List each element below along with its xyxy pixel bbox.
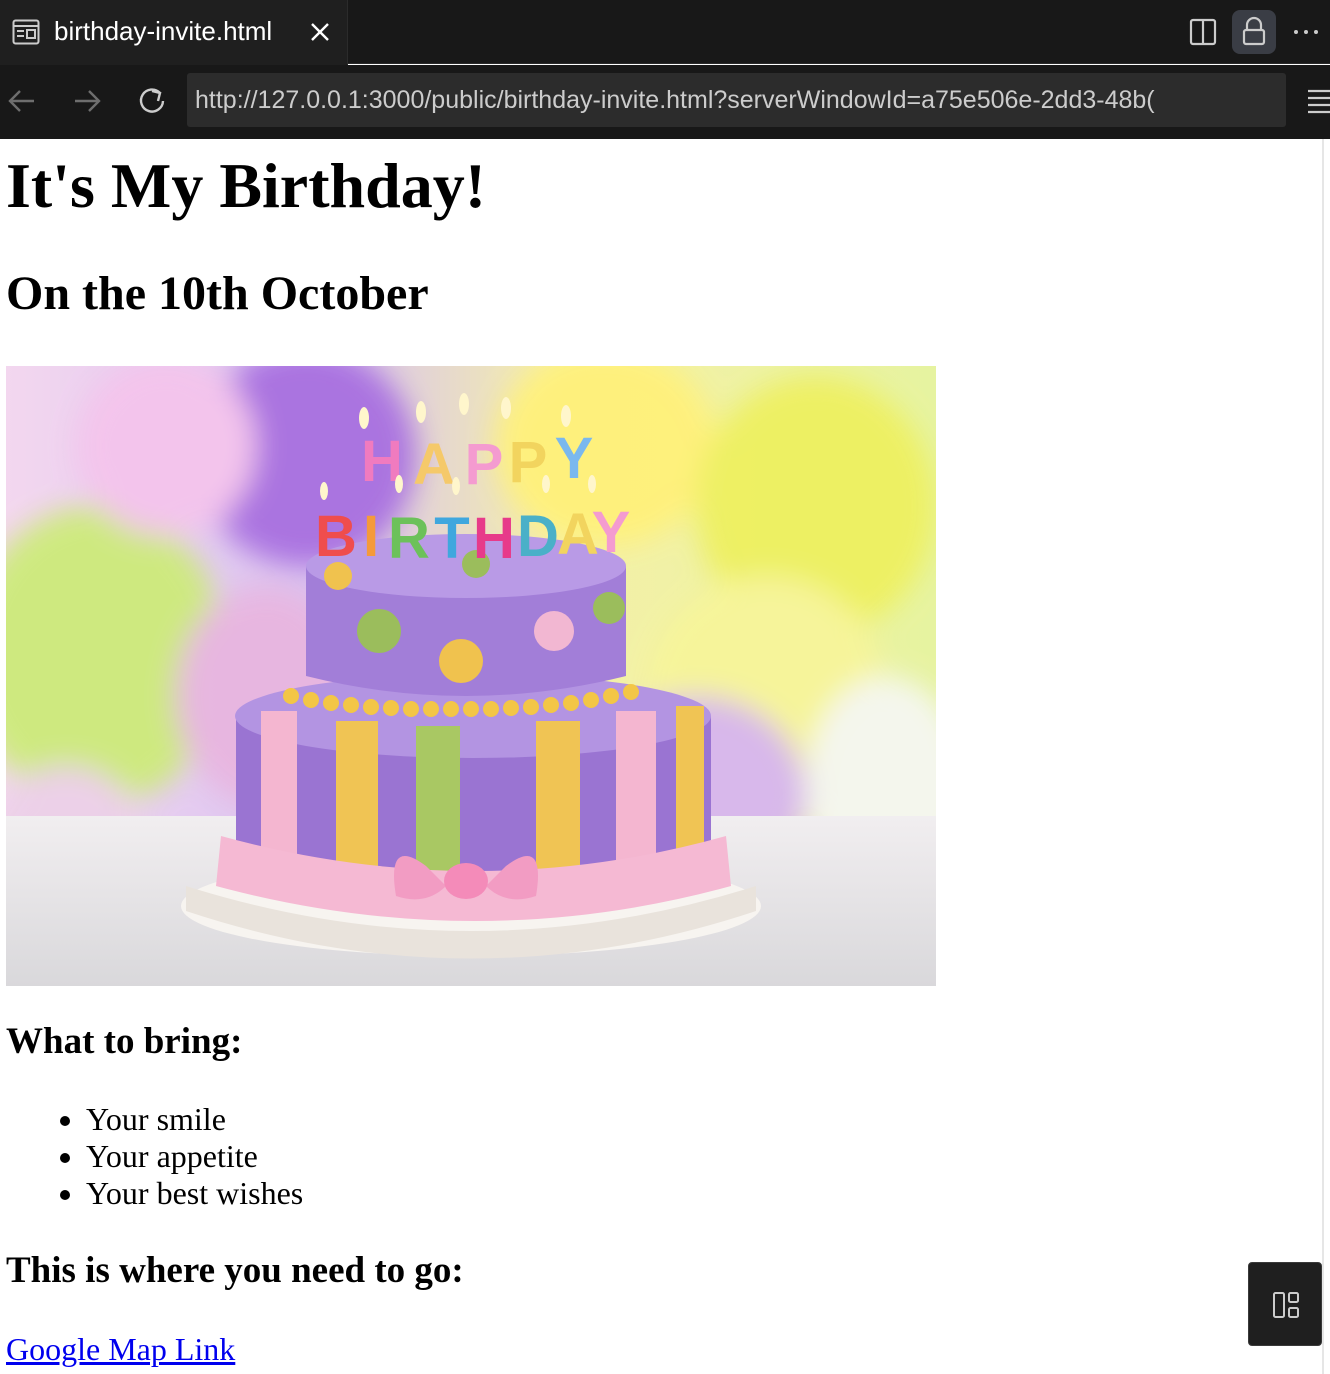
date-heading: On the 10th October — [6, 267, 429, 320]
editor-tab-bar: birthday-invite.html — [0, 0, 1330, 65]
svg-text:R: R — [388, 506, 430, 571]
svg-text:A: A — [413, 432, 455, 497]
bring-list: Your smile Your appetite Your best wishe… — [6, 1101, 303, 1212]
svg-text:P: P — [509, 430, 548, 495]
split-editor-icon[interactable] — [1181, 10, 1225, 54]
web-page: It's My Birthday! On the 10th October H … — [0, 139, 1322, 1374]
svg-text:D: D — [517, 504, 559, 569]
url-text: http://127.0.0.1:3000/public/birthday-in… — [195, 86, 1155, 114]
layout-panel-icon — [1273, 1292, 1299, 1318]
list-item: Your appetite — [86, 1138, 303, 1175]
what-to-bring-heading: What to bring: — [6, 1021, 243, 1062]
page-title: It's My Birthday! — [6, 150, 486, 221]
close-icon[interactable] — [306, 18, 334, 46]
back-arrow-icon[interactable] — [0, 79, 44, 123]
scrollbar[interactable] — [1322, 139, 1330, 1374]
layout-panel-button[interactable] — [1248, 1262, 1322, 1346]
svg-text:H: H — [473, 506, 515, 571]
svg-text:Y: Y — [555, 426, 594, 491]
preview-icon — [12, 19, 40, 45]
directions-heading: This is where you need to go: — [6, 1250, 464, 1291]
forward-arrow-icon[interactable] — [65, 79, 109, 123]
tab-title: birthday-invite.html — [54, 16, 273, 46]
url-input[interactable]: http://127.0.0.1:3000/public/birthday-in… — [187, 73, 1286, 127]
browser-navigation-bar: http://127.0.0.1:3000/public/birthday-in… — [0, 65, 1330, 139]
google-map-link[interactable]: Google Map Link — [6, 1331, 235, 1368]
reload-icon[interactable] — [130, 79, 174, 123]
svg-text:B: B — [315, 504, 357, 569]
lock-button[interactable] — [1232, 10, 1276, 54]
birthday-cake-image: H A P P Y B I R T H D A Y — [6, 366, 936, 986]
svg-text:P: P — [465, 432, 504, 497]
svg-text:T: T — [434, 506, 469, 571]
svg-text:Y: Y — [592, 500, 631, 565]
menu-icon[interactable] — [1300, 81, 1330, 121]
list-item: Your smile — [86, 1101, 303, 1138]
list-item: Your best wishes — [86, 1175, 303, 1212]
lock-icon — [1242, 16, 1266, 46]
svg-text:I: I — [363, 504, 379, 569]
tab-birthday-invite[interactable]: birthday-invite.html — [0, 0, 348, 65]
more-icon[interactable] — [1284, 10, 1328, 54]
